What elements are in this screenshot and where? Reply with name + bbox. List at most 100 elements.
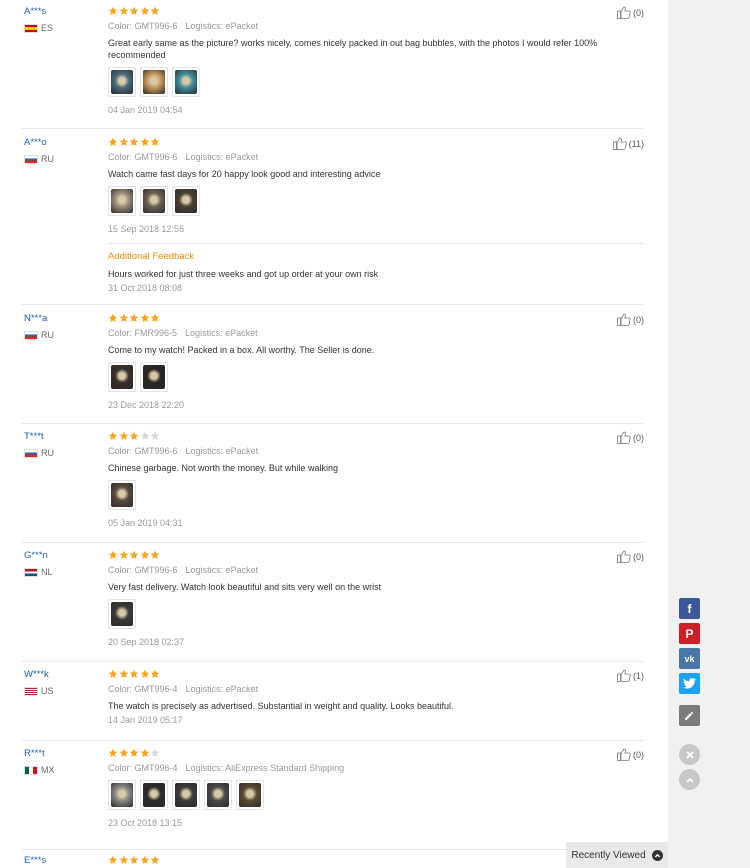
star-icon: [140, 748, 149, 757]
recently-viewed-label: Recently Viewed: [571, 849, 646, 861]
star-icon: [150, 550, 160, 559]
close-button[interactable]: [679, 744, 700, 765]
helpful-button[interactable]: (0): [617, 748, 644, 761]
helpful-button[interactable]: (0): [617, 550, 644, 563]
star-icon: [150, 137, 160, 146]
review-body: Color: GMT996-6 Logistics: ePacket Watch c…: [108, 137, 628, 234]
photo-image: [111, 365, 133, 389]
star-icon: [108, 313, 118, 322]
review-photo-thumbnail[interactable]: [108, 780, 136, 810]
photo-image: [175, 70, 197, 94]
color-value: FMR996-5: [134, 328, 178, 338]
photo-image: [143, 365, 165, 389]
pinterest-share-button[interactable]: P: [679, 623, 700, 644]
helpful-button[interactable]: (0): [617, 313, 644, 326]
logistics-value: ePacket: [225, 684, 259, 694]
review-date: 05 Jan 2019 04:31: [108, 518, 183, 528]
review-body: Color: GMT996-4 Logistics: ePacket The wat…: [108, 669, 628, 725]
vk-icon: vk: [684, 653, 695, 664]
vk-share-button[interactable]: vk: [679, 648, 700, 669]
star-icon: [129, 431, 139, 440]
reviewer-country: MX: [24, 765, 55, 775]
logistics-value: AliExpress Standard Shipping: [225, 763, 345, 773]
reviewer-name[interactable]: E***s: [24, 855, 46, 866]
back-to-top-button[interactable]: [679, 769, 700, 790]
star-icon: [129, 855, 139, 864]
reviewer-name[interactable]: T***t: [24, 431, 54, 442]
review-photo-thumbnail[interactable]: [236, 780, 264, 810]
review-text: Come to my watch! Packed in a box. All w…: [108, 345, 375, 355]
twitter-share-button[interactable]: [679, 673, 700, 694]
facebook-share-button[interactable]: f: [679, 598, 700, 619]
helpful-count: (11): [628, 138, 644, 149]
reviewer-name[interactable]: A***s: [24, 6, 53, 17]
review-photo-thumbnail[interactable]: [172, 67, 200, 97]
logistics-label: Logistics:: [185, 763, 224, 773]
reviewer-name[interactable]: G***n: [24, 550, 53, 561]
star-icon: [119, 550, 128, 559]
chevron-up-icon: [651, 849, 663, 861]
review-divider: [22, 423, 644, 424]
star-icon: [140, 431, 149, 440]
review-photo-thumbnail[interactable]: [172, 186, 200, 216]
order-info: Color: FMR996-5 Logistics: ePacket: [108, 328, 628, 339]
helpful-count: (0): [633, 749, 644, 760]
review-photo-thumbnail[interactable]: [108, 362, 136, 392]
country-code: NL: [41, 567, 53, 577]
helpful-button[interactable]: (1): [617, 669, 644, 682]
helpful-button[interactable]: (0): [617, 6, 644, 19]
review-photos: [108, 186, 628, 216]
edit-icon: [685, 711, 694, 720]
review-photo-thumbnail[interactable]: [140, 67, 168, 97]
reviewer-name[interactable]: N***a: [24, 313, 54, 324]
helpful-button[interactable]: (11): [612, 137, 644, 150]
country-code: US: [41, 686, 54, 696]
review-date: 15 Sep 2018 12:55: [108, 224, 185, 234]
color-value: GMT996-6: [134, 152, 178, 162]
flag-icon: [24, 23, 38, 33]
review-photo-thumbnail[interactable]: [108, 186, 136, 216]
review-photo-thumbnail[interactable]: [140, 362, 168, 392]
thumbs-up-icon: [612, 137, 627, 150]
star-icon: [108, 6, 118, 15]
color-label: Color:: [108, 152, 133, 162]
star-rating: [108, 313, 628, 324]
additional-feedback: Additional Feedback Hours worked for just…: [108, 251, 644, 293]
star-icon: [140, 855, 149, 864]
country-code: ES: [41, 23, 54, 33]
review-text: Great early same as the picture? works n…: [108, 38, 598, 60]
star-icon: [119, 137, 128, 146]
reviewer-name[interactable]: W***k: [24, 669, 54, 680]
photo-image: [111, 602, 133, 626]
helpful-count: (0): [633, 7, 644, 18]
star-icon: [150, 748, 160, 757]
facebook-icon: f: [687, 601, 692, 616]
thumbs-up-icon: [617, 748, 631, 761]
review-photo-thumbnail[interactable]: [172, 780, 200, 810]
star-icon: [119, 669, 128, 678]
review-photo-thumbnail[interactable]: [140, 780, 168, 810]
twitter-icon: [683, 678, 696, 689]
review-photos: [108, 599, 628, 629]
photo-image: [111, 189, 133, 213]
review-photo-thumbnail[interactable]: [108, 480, 136, 510]
color-label: Color:: [108, 21, 133, 31]
review-photo-thumbnail[interactable]: [108, 599, 136, 629]
reviewer-name[interactable]: R***t: [24, 748, 55, 759]
star-icon: [108, 431, 118, 440]
star-rating: [108, 6, 628, 17]
review-photos: [108, 480, 628, 510]
color-label: Color:: [108, 328, 133, 338]
helpful-count: (1): [633, 670, 644, 681]
review-photo-thumbnail[interactable]: [108, 67, 136, 97]
country-code: MX: [41, 765, 55, 775]
review-photo-thumbnail[interactable]: [204, 780, 232, 810]
review-body: [108, 855, 628, 866]
helpful-button[interactable]: (0): [617, 431, 644, 444]
star-icon: [140, 669, 149, 678]
review-photo-thumbnail[interactable]: [140, 186, 168, 216]
edit-button[interactable]: [679, 705, 700, 726]
reviewer-name[interactable]: A***o: [24, 137, 54, 148]
recently-viewed-button[interactable]: Recently Viewed: [566, 842, 668, 868]
star-icon: [129, 669, 139, 678]
